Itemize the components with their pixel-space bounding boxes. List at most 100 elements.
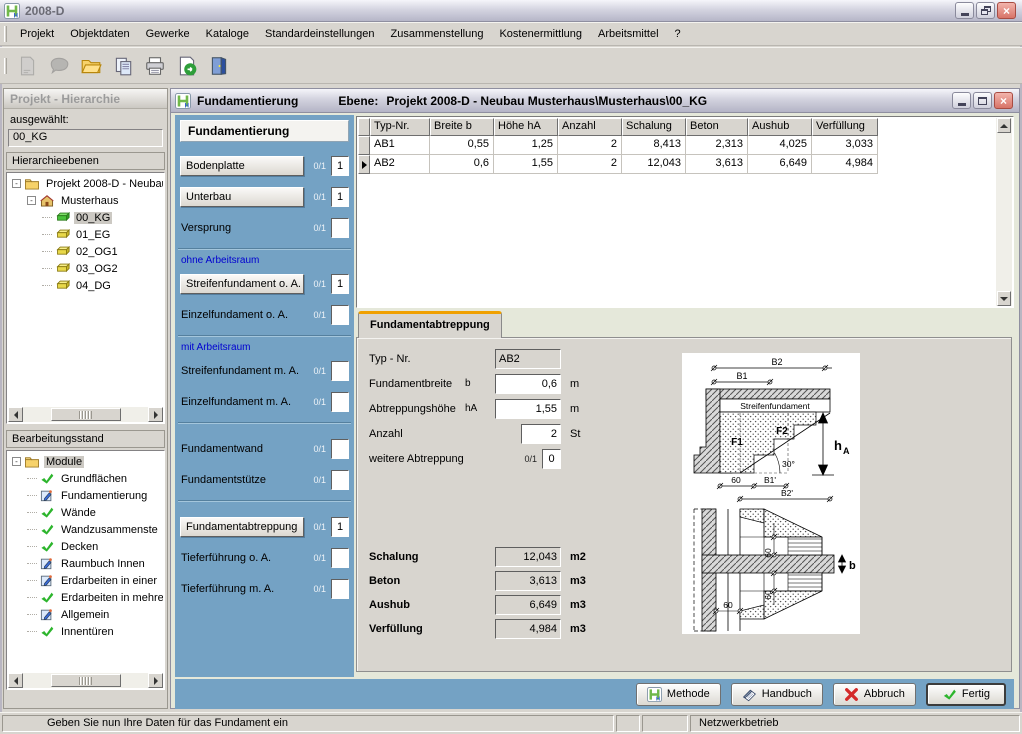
column-header-schalung[interactable]: Schalung <box>622 118 686 136</box>
module-item-raumbuch-innen[interactable]: Raumbuch Innen <box>8 555 163 572</box>
module-item-decken[interactable]: Decken <box>8 538 163 555</box>
weitere-abtreppung-input[interactable] <box>542 449 561 469</box>
abtreppungsh-he-input[interactable] <box>495 399 561 419</box>
table-row-ab1[interactable]: AB10,551,2528,4132,3134,0253,033 <box>358 136 996 155</box>
count-box[interactable] <box>331 392 349 412</box>
table-cell[interactable]: 1,55 <box>494 155 558 174</box>
toolbar-new-document-icon[interactable] <box>12 51 42 81</box>
menu-item-projekt[interactable]: Projekt <box>12 25 62 43</box>
column-header-beton[interactable]: Beton <box>686 118 748 136</box>
column-header-typ-nr[interactable]: Typ-Nr. <box>370 118 430 136</box>
tree-item-04-dg[interactable]: 04_DG <box>8 277 163 294</box>
fundamentbreite-input[interactable] <box>495 374 561 394</box>
tab-fundamentabtreppung[interactable]: Fundamentabtreppung <box>358 311 502 338</box>
restore-button[interactable] <box>976 2 995 19</box>
collapse-icon[interactable]: - <box>12 179 21 188</box>
tree-item-module[interactable]: -Module <box>8 453 163 470</box>
menu-item-standardeinstellungen[interactable]: Standardeinstellungen <box>257 25 382 43</box>
row-selector[interactable] <box>358 155 370 174</box>
table-cell[interactable]: 3,033 <box>812 136 878 155</box>
tree-item-01-eg[interactable]: 01_EG <box>8 226 163 243</box>
sidebar-label-einzelfundament-o-a[interactable]: Einzelfundament o. A. <box>180 306 304 324</box>
scroll-left-icon[interactable] <box>8 673 23 688</box>
sidebar-label-einzelfundament-m-a[interactable]: Einzelfundament m. A. <box>180 393 304 411</box>
count-box[interactable] <box>331 361 349 381</box>
table-cell[interactable]: 4,984 <box>812 155 878 174</box>
minimize-button[interactable] <box>955 2 974 19</box>
sidebar-label-tieferf-hrung-m-a[interactable]: Tieferführung m. A. <box>180 580 304 598</box>
dialog-close-button[interactable]: × <box>994 92 1013 109</box>
sidebar-label-tieferf-hrung-o-a[interactable]: Tieferführung o. A. <box>180 549 304 567</box>
tree-item-projekt-2008-d-neubau[interactable]: -Projekt 2008-D - Neubau <box>8 175 163 192</box>
collapse-icon[interactable]: - <box>27 196 36 205</box>
table-vscrollbar[interactable] <box>996 118 1012 306</box>
menubar-grip[interactable] <box>4 26 7 42</box>
module-item-erdarbeiten-in-einer[interactable]: Erdarbeiten in einer <box>8 572 163 589</box>
table-cell[interactable]: 2 <box>558 136 622 155</box>
hierarchy-tree-hscrollbar[interactable] <box>8 407 163 422</box>
count-box[interactable] <box>331 439 349 459</box>
module-item-innent-ren[interactable]: Innentüren <box>8 623 163 640</box>
count-box[interactable]: 1 <box>331 156 349 176</box>
toolbar-export-icon[interactable] <box>172 51 202 81</box>
menu-item-objektdaten[interactable]: Objektdaten <box>62 25 137 43</box>
fertig-button[interactable]: Fertig <box>926 683 1006 706</box>
sidebar-label-fundamentst-tze[interactable]: Fundamentstütze <box>180 471 304 489</box>
tree-item-02-og1[interactable]: 02_OG1 <box>8 243 163 260</box>
table-cell[interactable]: 1,25 <box>494 136 558 155</box>
column-header-aushub[interactable]: Aushub <box>748 118 812 136</box>
module-item-fundamentierung[interactable]: Fundamentierung <box>8 487 163 504</box>
column-header-breite-b[interactable]: Breite b <box>430 118 494 136</box>
toolbar-exit-icon[interactable] <box>204 51 234 81</box>
count-box[interactable] <box>331 305 349 325</box>
table-cell[interactable]: 4,025 <box>748 136 812 155</box>
close-button[interactable]: × <box>997 2 1016 19</box>
toolbar-open-folder-icon[interactable] <box>76 51 106 81</box>
table-cell[interactable]: AB2 <box>370 155 430 174</box>
column-header-h-he-ha[interactable]: Höhe hA <box>494 118 558 136</box>
toolbar-print-icon[interactable] <box>140 51 170 81</box>
count-box[interactable]: 1 <box>331 187 349 207</box>
modules-tree-hscrollbar[interactable] <box>8 673 163 688</box>
menu-item-zusammenstellung[interactable]: Zusammenstellung <box>383 25 492 43</box>
table-cell[interactable]: 12,043 <box>622 155 686 174</box>
handbuch-button[interactable]: Handbuch <box>731 683 823 706</box>
tree-item-musterhaus[interactable]: -Musterhaus <box>8 192 163 209</box>
table-cell[interactable]: 0,55 <box>430 136 494 155</box>
methode-button[interactable]: HMethode <box>636 683 721 706</box>
menu-item-arbeitsmittel[interactable]: Arbeitsmittel <box>590 25 667 43</box>
table-cell[interactable]: 2 <box>558 155 622 174</box>
table-row-ab2[interactable]: AB20,61,55212,0433,6136,6494,984 <box>358 155 996 174</box>
table-cell[interactable]: 0,6 <box>430 155 494 174</box>
dialog-maximize-button[interactable] <box>973 92 992 109</box>
module-item-grundfl-chen[interactable]: Grundflächen <box>8 470 163 487</box>
table-cell[interactable]: 8,413 <box>622 136 686 155</box>
menu-item-help[interactable]: ? <box>667 25 689 43</box>
scroll-right-icon[interactable] <box>148 673 163 688</box>
table-cell[interactable]: 2,313 <box>686 136 748 155</box>
scroll-up-icon[interactable] <box>997 118 1011 133</box>
sidebar-label-streifenfundament-m-a[interactable]: Streifenfundament m. A. <box>180 362 304 380</box>
module-item-w-nde[interactable]: Wände <box>8 504 163 521</box>
sidebar-label-fundamentwand[interactable]: Fundamentwand <box>180 440 304 458</box>
toolbar-grip[interactable] <box>4 58 7 74</box>
count-box[interactable] <box>331 218 349 238</box>
sidebar-label-versprung[interactable]: Versprung <box>180 219 304 237</box>
count-box[interactable] <box>331 579 349 599</box>
column-header-verf-llung[interactable]: Verfüllung <box>812 118 878 136</box>
count-box[interactable] <box>331 548 349 568</box>
toolbar-save-icon[interactable] <box>44 51 74 81</box>
row-selector[interactable] <box>358 136 370 155</box>
module-item-allgemein[interactable]: Allgemein <box>8 606 163 623</box>
toolbar-copy-icon[interactable] <box>108 51 138 81</box>
sidebar-button-fundamentabtreppung[interactable]: Fundamentabtreppung <box>180 517 304 537</box>
sidebar-button-streifenfundament-o-a[interactable]: Streifenfundament o. A. <box>180 274 304 294</box>
module-item-wandzusammenste[interactable]: Wandzusammenste <box>8 521 163 538</box>
table-cell[interactable]: AB1 <box>370 136 430 155</box>
menu-item-kostenermittlung[interactable]: Kostenermittlung <box>491 25 590 43</box>
scroll-down-icon[interactable] <box>997 291 1011 306</box>
sidebar-button-bodenplatte[interactable]: Bodenplatte <box>180 156 304 176</box>
count-box[interactable]: 1 <box>331 517 349 537</box>
menu-item-kataloge[interactable]: Kataloge <box>198 25 257 43</box>
sidebar-button-unterbau[interactable]: Unterbau <box>180 187 304 207</box>
